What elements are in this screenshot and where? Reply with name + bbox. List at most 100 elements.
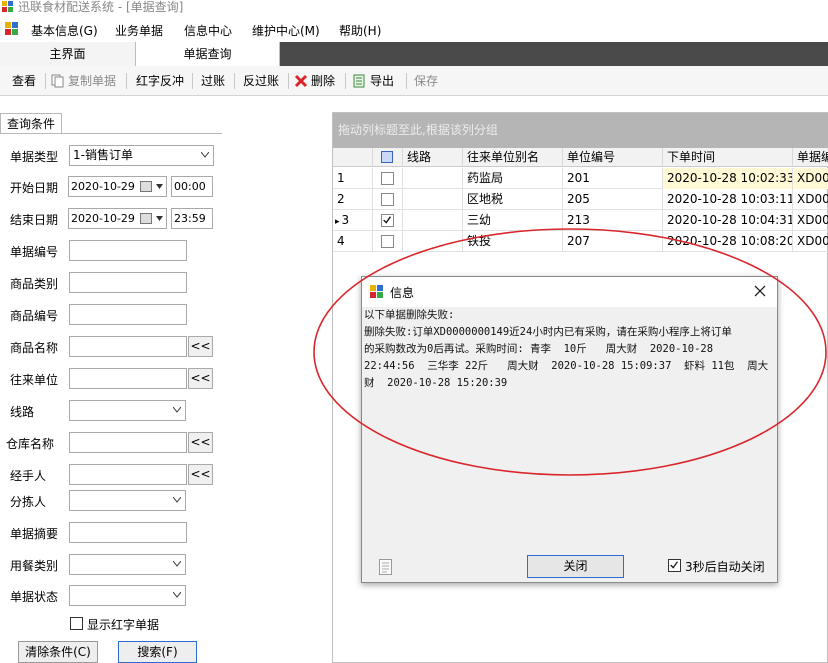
start-time-input[interactable]: 00:00 <box>171 176 213 197</box>
warehouse-input[interactable] <box>69 432 187 453</box>
row-order-time: 2020-10-28 10:03:11 <box>663 189 793 210</box>
warehouse-label: 仓库名称 <box>6 437 55 451</box>
toolbar-divider <box>406 73 407 89</box>
chevron-down-icon <box>173 561 181 567</box>
dialog-message-line: 删除失败:订单XD0000000149近24小时内已有采购，请在采购小程序上将订… <box>364 326 732 338</box>
table-row[interactable]: 4 铁投2072020-10-28 10:08:20XD000 <box>333 231 828 252</box>
sorter-label: 分拣人 <box>10 495 47 509</box>
start-date-picker[interactable]: 2020-10-29 <box>68 176 167 197</box>
product-name-input[interactable] <box>69 336 187 357</box>
route-label: 线路 <box>10 405 35 419</box>
row-unit-code: 207 <box>563 231 663 252</box>
copy-doc-button[interactable]: 复制单据 <box>51 72 116 90</box>
tab-home[interactable]: 主界面 <box>0 42 136 66</box>
sorter-select[interactable] <box>69 490 186 511</box>
select-all-checkbox[interactable] <box>381 151 393 163</box>
toolbar-divider <box>45 73 46 89</box>
row-checkbox[interactable] <box>381 235 394 248</box>
menu-help[interactable]: 帮助(H) <box>339 22 381 39</box>
copy-icon <box>51 74 64 88</box>
toolbar-divider <box>288 73 289 89</box>
table-row[interactable]: 1 药监局2012020-10-28 10:02:33XD000 <box>333 168 828 189</box>
col-doc-no[interactable]: 单据编 <box>793 148 828 167</box>
red-reverse-button[interactable]: 红字反冲 <box>136 72 184 90</box>
summary-input[interactable] <box>69 522 187 543</box>
handler-input[interactable] <box>69 464 187 485</box>
table-row[interactable]: ▸3 三幼2132020-10-28 10:04:31XD000 <box>333 210 828 231</box>
handler-pick-button[interactable]: << <box>188 464 213 485</box>
show-red-checkbox[interactable] <box>70 617 83 630</box>
category-input[interactable] <box>69 272 187 293</box>
end-time-input[interactable]: 23:59 <box>171 208 213 229</box>
query-panel: 单据类型 1-销售订单 开始日期 2020-10-29 00:00 结束日期 2… <box>0 133 222 663</box>
auto-close-checkbox[interactable] <box>668 559 681 572</box>
table-row[interactable]: 2 区地税2052020-10-28 10:03:11XD000 <box>333 189 828 210</box>
dialog-close-button[interactable]: 关闭 <box>527 555 624 578</box>
row-partner-alias: 区地税 <box>463 189 563 210</box>
product-code-input[interactable] <box>69 304 187 325</box>
end-date-picker[interactable]: 2020-10-29 <box>68 208 167 229</box>
row-unit-code: 201 <box>563 168 663 189</box>
col-route[interactable]: 线路 <box>403 148 463 167</box>
col-order-time[interactable]: 下单时间 <box>663 148 793 167</box>
row-doc-no: XD000 <box>793 168 828 189</box>
row-header-corner <box>333 148 373 167</box>
info-dialog: 信息 以下单据删除失败: 删除失败:订单XD0000000149近24小时内已有采… <box>361 276 778 583</box>
row-number: 2 <box>333 189 373 210</box>
warehouse-pick-button[interactable]: << <box>188 432 213 453</box>
doc-no-input[interactable] <box>69 240 187 261</box>
row-checkbox[interactable] <box>381 172 394 185</box>
row-checkbox[interactable] <box>381 193 394 206</box>
dialog-message-line: 财 2020-10-28 15:20:39 <box>364 377 508 389</box>
dialog-titlebar: 信息 <box>362 277 777 307</box>
row-route <box>403 231 463 252</box>
app-menu-icon[interactable] <box>4 21 20 37</box>
unpost-button[interactable]: 反过账 <box>243 72 279 90</box>
row-partner-alias: 铁投 <box>463 231 563 252</box>
doc-type-select[interactable]: 1-销售订单 <box>69 145 214 166</box>
search-button[interactable]: 搜索(F) <box>118 641 197 663</box>
meal-type-label: 用餐类别 <box>10 559 59 573</box>
clear-conditions-button[interactable]: 清除条件(C) <box>18 641 98 663</box>
status-select[interactable] <box>69 585 186 606</box>
route-select[interactable] <box>69 400 186 421</box>
delete-x-icon <box>294 74 308 88</box>
chevron-down-icon <box>156 184 163 189</box>
product-pick-button[interactable]: << <box>188 336 213 357</box>
tab-doc-query[interactable]: 单据查询 <box>136 42 280 66</box>
query-conditions-tab[interactable]: 查询条件 <box>0 113 62 134</box>
menu-business-docs[interactable]: 业务单据 <box>115 22 163 39</box>
menu-basic-info[interactable]: 基本信息(G) <box>31 22 98 39</box>
calendar-icon <box>140 181 152 192</box>
menu-maintenance[interactable]: 维护中心(M) <box>252 22 320 39</box>
close-icon[interactable] <box>751 282 769 300</box>
view-button[interactable]: 查看 <box>12 72 36 90</box>
export-button[interactable]: 导出 <box>353 72 394 90</box>
document-tab-strip: 主界面 单据查询 <box>0 42 828 66</box>
copy-document-icon[interactable] <box>379 559 392 575</box>
start-time-value: 00:00 <box>174 180 206 193</box>
row-unit-code: 205 <box>563 189 663 210</box>
delete-button[interactable]: 删除 <box>294 72 335 90</box>
post-button[interactable]: 过账 <box>201 72 225 90</box>
export-label: 导出 <box>370 74 395 88</box>
delete-label: 删除 <box>311 74 336 88</box>
menu-bar: 基本信息(G) 业务单据 信息中心 维护中心(M) 帮助(H) <box>0 16 828 42</box>
meal-type-select[interactable] <box>69 554 186 575</box>
status-label: 单据状态 <box>10 590 59 604</box>
partner-pick-button[interactable]: << <box>188 368 213 389</box>
view-button-label: 查看 <box>12 74 37 88</box>
menu-info-center[interactable]: 信息中心 <box>184 22 232 39</box>
row-unit-code: 213 <box>563 210 663 231</box>
chevron-down-icon <box>156 216 163 221</box>
save-button[interactable]: 保存 <box>414 72 438 90</box>
col-partner-alias[interactable]: 往来单位别名 <box>463 148 563 167</box>
row-number: ▸ 3 <box>333 210 373 231</box>
row-doc-no: XD000 <box>793 210 828 231</box>
tab-strip-empty <box>280 42 828 66</box>
row-order-time: 2020-10-28 10:08:20 <box>663 231 793 252</box>
current-row-marker: ▸ <box>335 217 340 227</box>
col-unit-code[interactable]: 单位编号 <box>563 148 663 167</box>
partner-input[interactable] <box>69 368 187 389</box>
row-checkbox[interactable] <box>381 214 394 227</box>
